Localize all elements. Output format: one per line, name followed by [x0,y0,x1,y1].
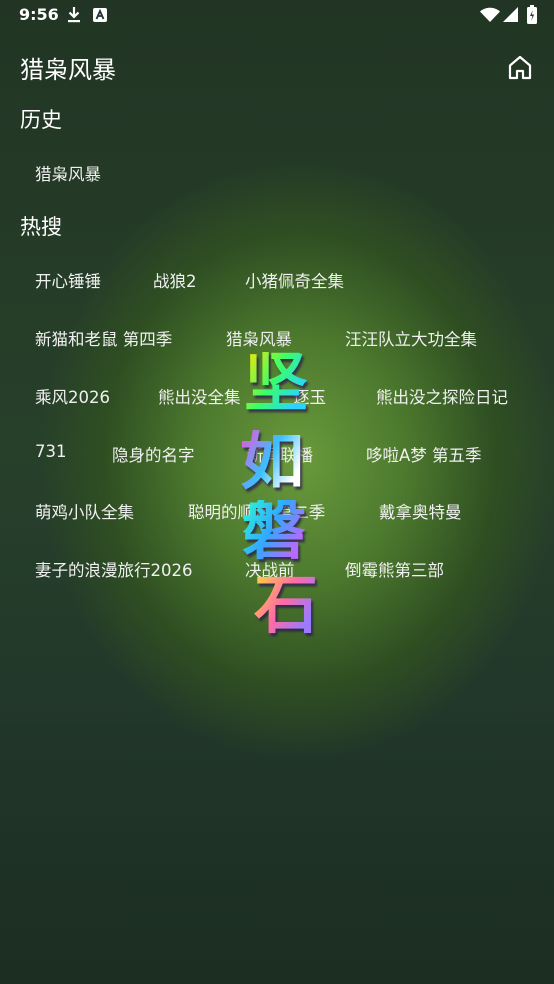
hot-item[interactable]: 新猫和老鼠 第四季 [35,326,172,350]
hot-item[interactable]: 决战前 [245,557,295,581]
hot-item[interactable]: 新闻联播 [247,442,313,466]
hot-item[interactable]: 戴拿奥特曼 [379,499,462,523]
hot-item[interactable]: 熊出没之探险日记 [376,384,508,408]
signal-icon [503,7,518,26]
hot-item[interactable]: 战狼2 [153,268,197,292]
hot-item[interactable]: 小猪佩奇全集 [245,268,344,292]
wifi-icon [480,7,500,27]
home-button[interactable] [505,52,535,82]
home-icon [508,55,532,80]
download-icon [66,6,82,28]
watermark-char: 石 [254,568,318,643]
battery-icon [527,5,537,28]
hot-item[interactable]: 妻子的浪漫旅行2026 [35,557,193,581]
hot-item[interactable]: 熊出没全集 [158,384,241,408]
status-bar: 9:56 [0,0,554,30]
hot-item[interactable]: 乘风2026 [35,384,110,408]
hot-item[interactable]: 逐玉 [293,384,326,408]
font-a-icon [93,7,107,26]
hot-item[interactable]: 731 [35,442,67,461]
history-section-title: 历史 [20,108,62,132]
history-item[interactable]: 猎枭风暴 [35,161,101,185]
hot-item[interactable]: 倒霉熊第三部 [345,557,444,581]
page-title: 猎枭风暴 [20,56,116,84]
hot-item[interactable]: 隐身的名字 [112,442,195,466]
hot-item[interactable]: 汪汪队立大功全集 [345,326,477,350]
hot-item[interactable]: 哆啦A梦 第五季 [366,442,482,466]
hot-item[interactable]: 开心锤锤 [35,268,101,292]
hot-item[interactable]: 猎枭风暴 [226,326,292,350]
status-time: 9:56 [19,5,59,24]
hot-section-title: 热搜 [20,215,62,239]
hot-item[interactable]: 萌鸡小队全集 [35,499,134,523]
hot-item[interactable]: 聪明的顺溜 第二季 [188,499,325,523]
